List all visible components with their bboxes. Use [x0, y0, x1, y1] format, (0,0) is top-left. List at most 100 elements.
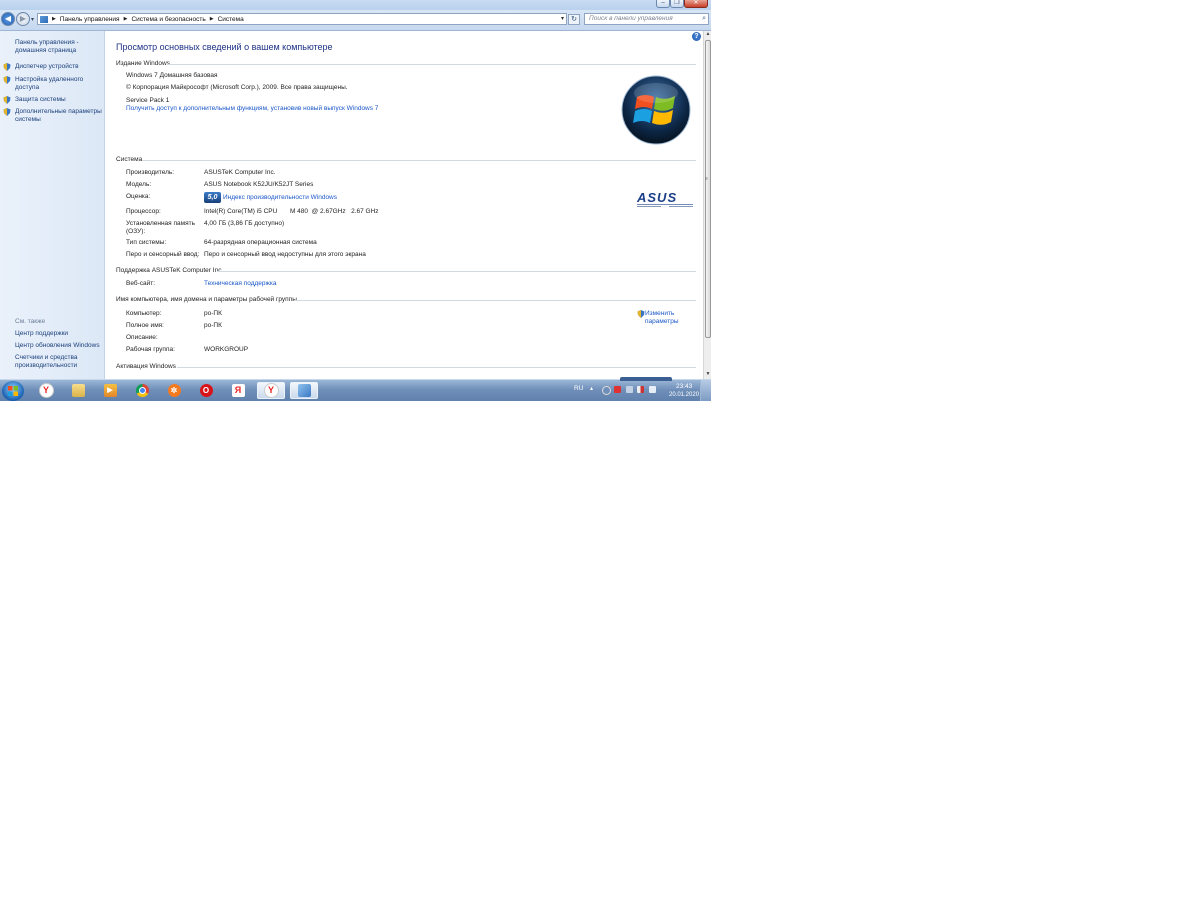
sidebar-item-advanced[interactable]: Дополнительные параметры системы — [15, 108, 103, 124]
full-name-value: ро-ПК — [204, 322, 222, 329]
taskbar-google-chrome[interactable] — [128, 382, 156, 399]
performance-index-link[interactable]: Индекс производительности Windows — [223, 194, 337, 201]
model-label: Модель: — [126, 181, 152, 188]
shield-icon — [3, 76, 11, 84]
shield-icon — [3, 108, 11, 116]
desktop-screen: – ❐ ✕ ◀ ▶ ▾ ▶ Панель управления ▶ Систем… — [0, 0, 711, 401]
workgroup-value: WORKGROUP — [204, 346, 249, 353]
start-button[interactable] — [2, 381, 24, 401]
full-name-label: Полное имя: — [126, 322, 164, 329]
show-desktop-button[interactable] — [700, 380, 711, 401]
taskbar-yandex[interactable]: Я — [224, 382, 252, 399]
pen-touch-label: Перо и сенсорный ввод: — [126, 251, 200, 258]
chevron-right-icon[interactable]: ▶ — [52, 16, 56, 22]
sidebar-item-remote[interactable]: Настройка удаленного доступа — [15, 76, 103, 92]
workgroup-label: Рабочая группа: — [126, 346, 175, 353]
tray-expand-icon[interactable]: ▴ — [590, 385, 593, 392]
pen-touch-value: Перо и сенсорный ввод недоступны для это… — [204, 251, 366, 258]
clock-date[interactable]: 20.01.2020 — [669, 392, 699, 398]
see-also-action-center[interactable]: Центр поддержки — [15, 330, 103, 338]
search-icon[interactable]: ⌕ — [702, 15, 706, 23]
scroll-up-arrow-icon[interactable]: ▲ — [704, 31, 711, 39]
change-settings-link[interactable]: Изменить параметры — [645, 310, 685, 326]
taskbar-yandex-browser-active[interactable]: Y — [257, 382, 285, 399]
chevron-right-icon[interactable]: ▶ — [210, 16, 214, 22]
memory-label: Установленная память (ОЗУ): — [126, 220, 195, 235]
rating-label: Оценка: — [126, 193, 151, 200]
help-icon[interactable]: ? — [692, 32, 701, 41]
section-divider — [177, 367, 696, 368]
search-placeholder: Поиск в панели управления — [589, 15, 673, 22]
computer-name-label: Компьютер: — [126, 310, 162, 317]
back-arrow-icon[interactable]: ◀ — [1, 12, 15, 26]
taskbar-yandex-browser[interactable]: Y — [32, 382, 60, 399]
forward-arrow-icon[interactable]: ▶ — [16, 12, 30, 26]
flag-icon[interactable] — [626, 386, 633, 393]
breadcrumb-security[interactable]: Система и безопасность — [131, 16, 205, 23]
refresh-icon[interactable]: ↻ — [568, 14, 580, 25]
scroll-thumb[interactable] — [705, 40, 711, 338]
sidebar-item-device-manager[interactable]: Диспетчер устройств — [15, 63, 103, 71]
main-content: ? Просмотр основных сведений о вашем ком… — [105, 31, 703, 379]
taskbar-control-panel[interactable] — [290, 382, 318, 399]
taskbar: Y ▶ ✲ O Я Y RU ▴ 23:43 20.01.2020 — [0, 377, 711, 401]
performance-score-badge[interactable]: 5,0 — [204, 192, 221, 203]
opera-icon: O — [199, 384, 213, 397]
see-also-windows-update[interactable]: Центр обновления Windows — [15, 342, 103, 350]
power-icon[interactable] — [602, 386, 611, 395]
see-also-performance[interactable]: Счетчики и средства производительности — [15, 354, 103, 370]
page-title: Просмотр основных сведений о вашем компь… — [116, 42, 333, 52]
yandex-browser-icon: Y — [263, 383, 279, 398]
volume-icon[interactable] — [649, 386, 656, 393]
recent-pages-chevron-icon[interactable]: ▾ — [31, 16, 34, 23]
vertical-scrollbar[interactable]: ▲ ≡ ▼ — [703, 31, 711, 379]
yandex-icon: Я — [231, 384, 245, 397]
taskbar-file-explorer[interactable] — [64, 382, 92, 399]
section-divider — [142, 160, 696, 161]
window-preview-tab — [620, 377, 672, 381]
maximize-button[interactable]: ❐ — [670, 0, 684, 8]
window-titlebar[interactable]: – ❐ ✕ — [0, 0, 711, 10]
section-support-heading: Поддержка ASUSTeK Computer Inc. — [116, 267, 224, 274]
minimize-button[interactable]: – — [656, 0, 670, 8]
play-icon: ▶ — [103, 384, 117, 397]
breadcrumb-control-panel[interactable]: Панель управления — [60, 16, 120, 23]
section-system-heading: Система — [116, 156, 143, 163]
taskbar-opera[interactable]: O — [192, 382, 220, 399]
folder-icon — [71, 384, 85, 397]
taskbar-ok-app[interactable]: ✲ — [160, 382, 188, 399]
navigation-bar: ◀ ▶ ▾ ▶ Панель управления ▶ Система и бе… — [0, 10, 711, 31]
address-bar[interactable]: ▶ Панель управления ▶ Система и безопасн… — [37, 13, 567, 25]
close-button[interactable]: ✕ — [684, 0, 708, 8]
manufacturer-label: Производитель: — [126, 169, 175, 176]
system-type-label: Тип системы: — [126, 239, 167, 246]
battery-icon[interactable] — [637, 386, 644, 393]
chrome-icon — [135, 384, 149, 397]
upgrade-link[interactable]: Получить доступ к дополнительным функция… — [126, 105, 378, 112]
service-pack: Service Pack 1 — [126, 97, 170, 104]
description-label: Описание: — [126, 334, 158, 341]
windows-edition: Windows 7 Домашняя базовая — [126, 72, 218, 79]
yandex-browser-icon: Y — [38, 383, 54, 398]
see-also-heading: См. также — [15, 318, 46, 325]
network-icon[interactable] — [614, 386, 621, 393]
sidebar: Панель управления - домашняя страница Ди… — [0, 31, 105, 379]
taskbar-media-player[interactable]: ▶ — [96, 382, 124, 399]
clock-time[interactable]: 23:43 — [676, 383, 692, 390]
breadcrumb-system[interactable]: Система — [218, 16, 244, 23]
sidebar-home-link[interactable]: Панель управления - домашняя страница — [15, 39, 103, 55]
grip-icon: ≡ — [705, 176, 708, 182]
section-edition-heading: Издание Windows — [116, 60, 170, 67]
shield-icon — [3, 63, 11, 71]
language-indicator[interactable]: RU — [574, 385, 583, 392]
scroll-down-arrow-icon[interactable]: ▼ — [704, 371, 711, 379]
sidebar-item-protection[interactable]: Защита системы — [15, 96, 103, 104]
chevron-right-icon[interactable]: ▶ — [124, 16, 128, 22]
shield-icon — [637, 310, 645, 318]
search-input[interactable]: Поиск в панели управления ⌕ — [584, 13, 709, 25]
copyright-text: © Корпорация Майкрософт (Microsoft Corp.… — [126, 84, 348, 91]
section-divider — [167, 64, 696, 65]
chevron-down-icon[interactable]: ▾ — [561, 15, 564, 22]
svg-text:ASUS: ASUS — [636, 190, 677, 205]
tech-support-link[interactable]: Техническая поддержка — [204, 280, 276, 287]
